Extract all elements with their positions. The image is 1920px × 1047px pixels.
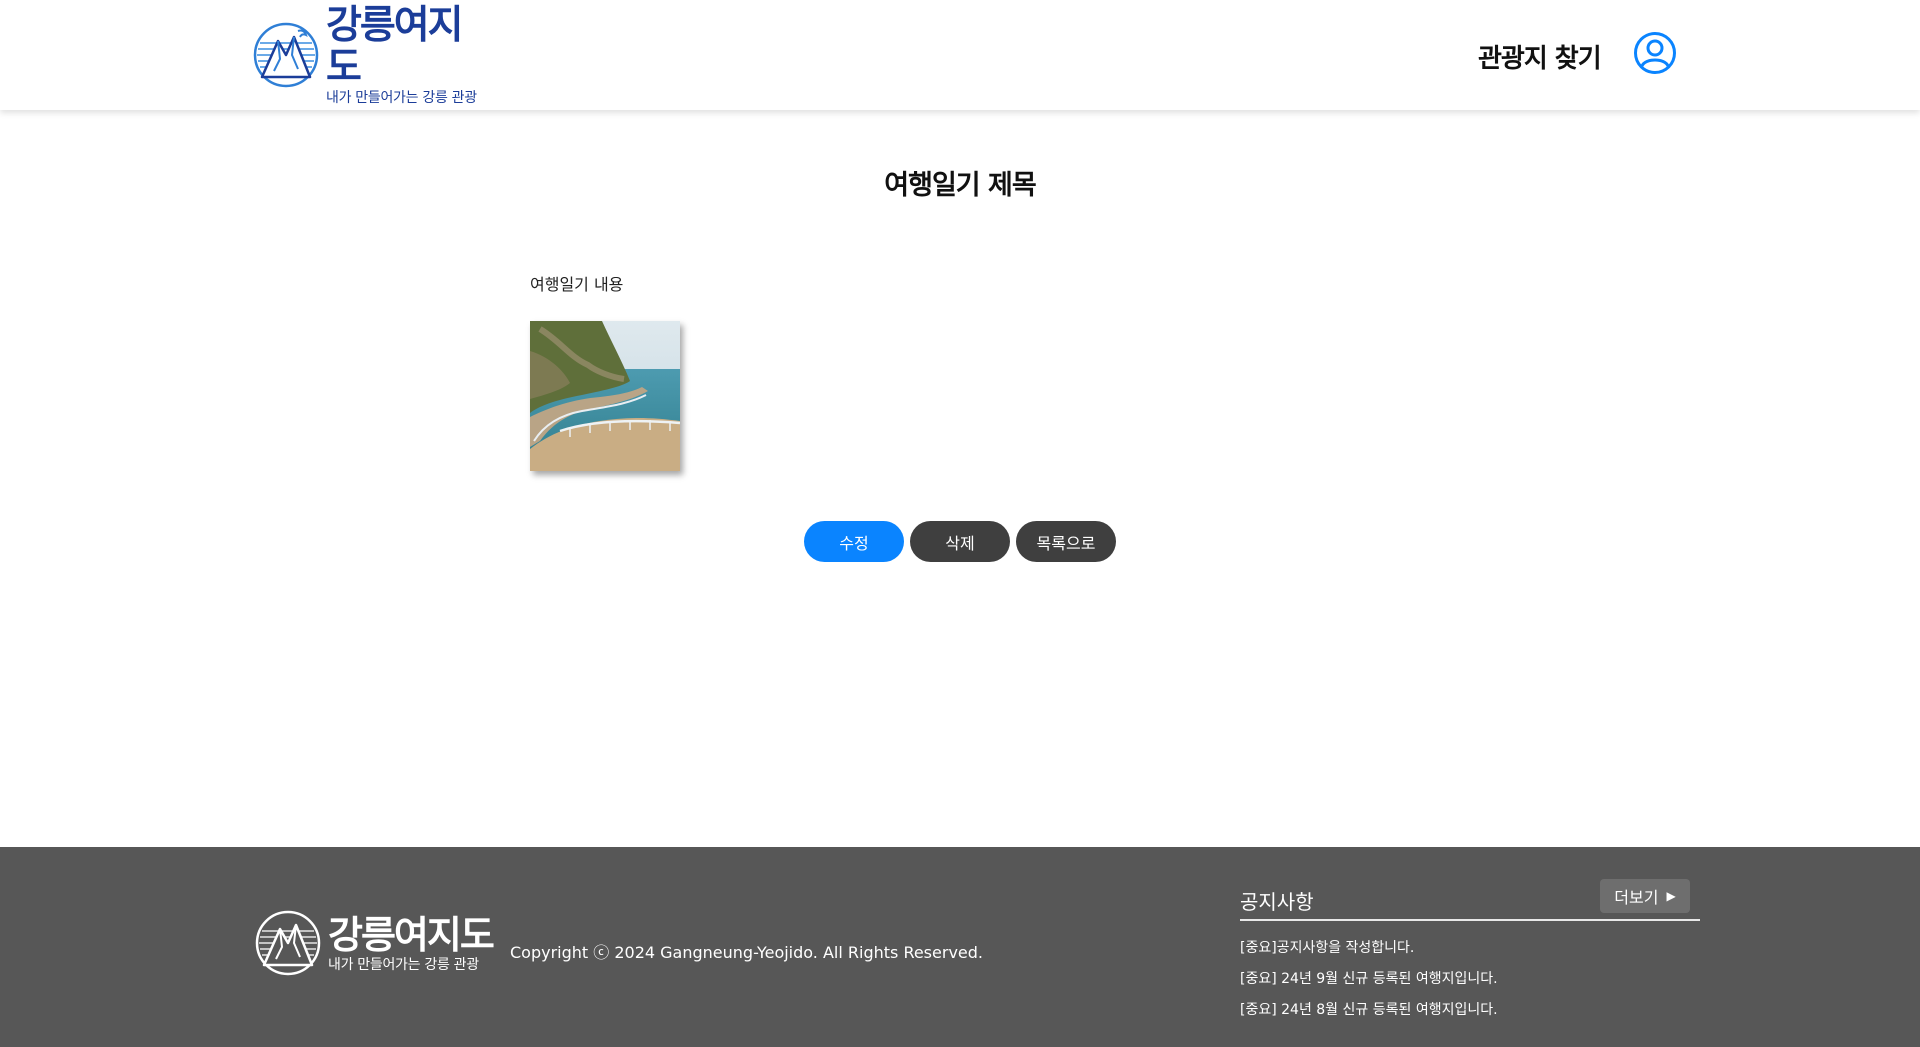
site-header: 강릉여지도 내가 만들어가는 강릉 관광 관광지 찾기 <box>0 0 1920 110</box>
action-buttons: 수정 삭제 목록으로 <box>804 521 1116 562</box>
play-arrow-icon: ▶ <box>1666 889 1676 903</box>
notice-item[interactable]: [중요] 24년 8월 신규 등록된 여행지입니다. <box>1240 995 1700 1026</box>
notice-item[interactable]: [중요]공지사항을 작성합니다. <box>1240 933 1700 964</box>
diary-title: 여행일기 제목 <box>884 170 1036 201</box>
notice-panel: 공지사항 더보기 ▶ [중요]공지사항을 작성합니다. [중요] 24년 9월 … <box>1240 879 1700 1026</box>
coastal-walkway-photo <box>530 321 680 471</box>
diary-content: 여행일기 내용 <box>530 275 624 294</box>
logo-emblem-icon <box>253 22 319 88</box>
diary-photo <box>530 321 680 471</box>
delete-button[interactable]: 삭제 <box>910 521 1010 562</box>
notice-item[interactable]: [중요] 24년 9월 신규 등록된 여행지입니다. <box>1240 964 1700 995</box>
back-to-list-button[interactable]: 목록으로 <box>1016 521 1116 562</box>
site-footer: 강릉여지도 내가 만들어가는 강릉 관광 Copyright ⓒ 2024 Ga… <box>0 847 1920 1047</box>
notice-title: 공지사항 <box>1240 890 1314 914</box>
logo-subtitle: 내가 만들어가는 강릉 관광 <box>326 89 477 106</box>
notice-header: 공지사항 더보기 ▶ <box>1240 879 1700 921</box>
logo-title: 강릉여지도 <box>326 2 464 90</box>
notice-list: [중요]공지사항을 작성합니다. [중요] 24년 9월 신규 등록된 여행지입… <box>1240 933 1700 1026</box>
footer-logo[interactable]: 강릉여지도 내가 만들어가는 강릉 관광 <box>254 909 495 977</box>
edit-button[interactable]: 수정 <box>804 521 904 562</box>
more-button[interactable]: 더보기 ▶ <box>1600 879 1690 913</box>
footer-logo-title: 강릉여지도 <box>328 912 495 957</box>
footer-logo-subtitle: 내가 만들어가는 강릉 관광 <box>328 956 479 973</box>
site-logo[interactable]: 강릉여지도 내가 만들어가는 강릉 관광 <box>252 4 492 106</box>
user-circle-icon[interactable] <box>1633 31 1677 75</box>
footer-logo-emblem-icon <box>255 910 321 976</box>
more-button-label: 더보기 <box>1614 888 1659 907</box>
nav-find-attractions[interactable]: 관광지 찾기 <box>1478 38 1602 75</box>
copyright-text: Copyright ⓒ 2024 Gangneung-Yeojido. All … <box>510 943 983 962</box>
